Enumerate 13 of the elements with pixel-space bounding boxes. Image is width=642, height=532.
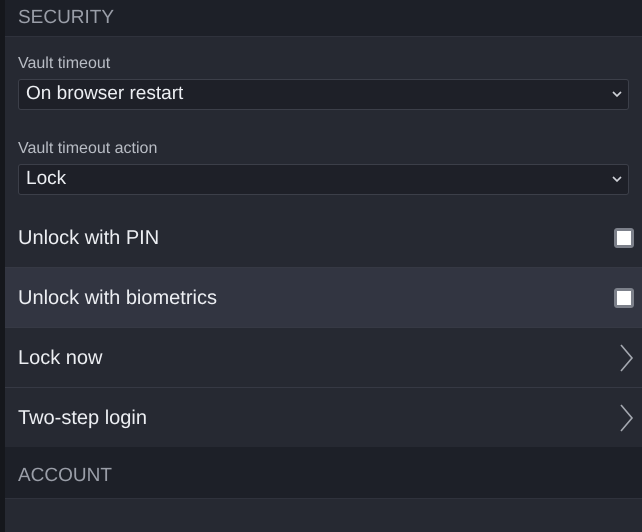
settings-row[interactable]: Unlock with biometrics <box>5 267 642 327</box>
section-header: SECURITY <box>18 6 114 30</box>
chevron-down-icon <box>612 176 622 183</box>
chevron-down-icon <box>612 91 622 98</box>
section-header: ACCOUNT <box>18 464 112 488</box>
dropdown[interactable]: On browser restart <box>18 79 629 110</box>
checkbox[interactable] <box>614 288 634 308</box>
field-label: Vault timeout <box>18 54 112 74</box>
chevron-right-icon <box>620 404 634 432</box>
field-label: Vault timeout action <box>18 139 158 159</box>
dropdown[interactable]: Lock <box>18 164 629 195</box>
checkbox[interactable] <box>614 228 634 248</box>
chevron-right-icon <box>620 344 634 372</box>
